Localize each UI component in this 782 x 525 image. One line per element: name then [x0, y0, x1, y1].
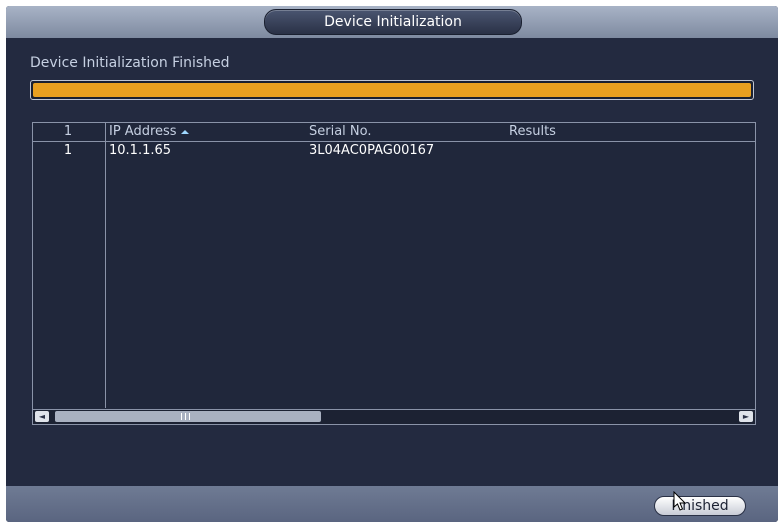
finished-button[interactable]: Finished — [654, 496, 746, 516]
grip-icon — [181, 413, 193, 420]
dialog-title: Device Initialization — [264, 9, 522, 35]
scroll-right-button[interactable]: ► — [739, 411, 753, 422]
table-header: 1 IP Address Serial No. Results — [33, 123, 755, 142]
scroll-left-icon: ◄ — [38, 412, 46, 421]
status-label: Device Initialization Finished — [30, 55, 230, 71]
row-ip-address: 10.1.1.65 — [109, 143, 172, 158]
column-divider — [105, 123, 106, 408]
sort-ascending-icon — [180, 129, 189, 134]
header-ip-address[interactable]: IP Address — [109, 123, 189, 141]
header-index[interactable]: 1 — [33, 123, 103, 141]
progress-fill — [33, 83, 751, 97]
header-serial-no[interactable]: Serial No. — [309, 123, 372, 141]
row-index: 1 — [63, 143, 73, 158]
scroll-left-button[interactable]: ◄ — [35, 411, 49, 422]
mouse-pointer-icon — [673, 491, 687, 511]
scrollbar-thumb[interactable] — [55, 411, 321, 422]
row-serial-no: 3L04AC0PAG00167 — [309, 143, 435, 158]
progress-bar — [30, 80, 754, 100]
header-results[interactable]: Results — [509, 123, 556, 141]
header-ip-address-label: IP Address — [109, 124, 177, 139]
dialog-footer: Finished — [6, 486, 778, 522]
device-table: 1 IP Address Serial No. Results 1 10.1.1… — [32, 122, 756, 425]
horizontal-scrollbar[interactable]: ◄ ► — [33, 409, 755, 424]
title-bar: Device Initialization — [6, 6, 778, 38]
device-initialization-dialog: Device Initialization Device Initializat… — [6, 6, 778, 522]
table-row[interactable]: 1 10.1.1.65 3L04AC0PAG00167 — [33, 143, 755, 159]
scroll-right-icon: ► — [742, 412, 750, 421]
